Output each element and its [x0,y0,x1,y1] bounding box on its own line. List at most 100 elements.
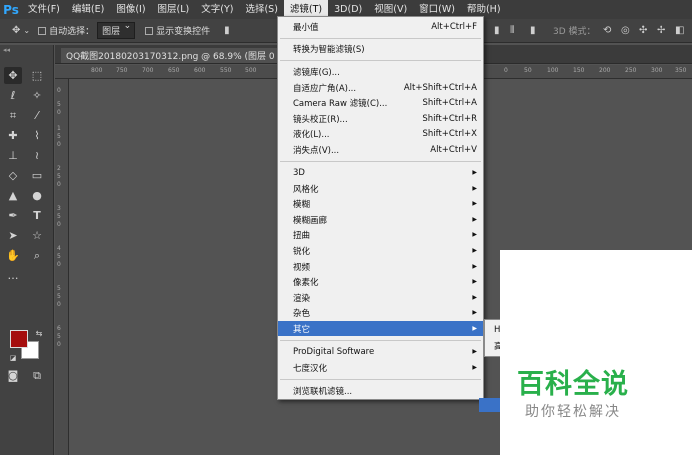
ruler-tick: 550 [220,67,232,74]
menu-item-qidu-hanhua[interactable]: 七度汉化 ▶ [278,360,483,375]
align-right-icon[interactable]: ▮ [530,25,536,36]
marquee-tool-icon[interactable]: ⬚ [28,67,46,84]
auto-select-label: 自动选择： [49,27,95,37]
dodge-tool-icon[interactable]: ● [28,187,46,204]
menu-item-render[interactable]: 渲染 ▶ [278,290,483,305]
menu-item-label: 风格化 [293,184,319,195]
menu-item-camera-raw[interactable]: Camera Raw 滤镜(C)... Shift+Ctrl+A [278,95,483,110]
menu-item-prodigital[interactable]: ProDigital Software ▶ [278,344,483,359]
ruler-tick: 5 [57,333,61,340]
menu-item-distort[interactable]: 扭曲 ▶ [278,227,483,242]
menu-image[interactable]: 图像(I) [110,0,151,19]
menu-item-stylize[interactable]: 风格化 ▶ [278,181,483,196]
menu-item-label: 其它 [293,324,311,335]
menu-item-3d[interactable]: 3D ▶ [278,165,483,180]
align-top-icon[interactable]: ▮ [224,25,230,36]
chevron-down-icon[interactable]: ⌄ [23,26,30,35]
stamp-tool-icon[interactable]: ⊥ [4,147,22,164]
pan-3d-icon[interactable]: ✣ [639,25,647,36]
hand-tool-icon[interactable]: ✋ [4,247,22,264]
menu-item-smart-filter[interactable]: 转换为智能滤镜(S) [278,41,483,56]
rotate-3d-icon[interactable]: ⟲ [603,25,611,36]
distribute-icon[interactable]: ▮ [494,25,500,36]
slide-3d-icon[interactable]: ✢ [657,25,665,36]
menu-item-adaptive-wide-angle[interactable]: 自适应广角(A)... Alt+Shift+Ctrl+A [278,80,483,95]
scale-3d-icon[interactable]: ◧ [675,25,684,36]
menu-item-shortcut: Shift+Ctrl+R [422,113,477,124]
menu-item-label: 浏览联机滤镜... [293,386,353,397]
show-transform-checkbox[interactable] [145,26,154,35]
auto-select-checkbox[interactable] [38,26,47,35]
quick-mask-icon[interactable]: ◙ [4,367,22,384]
menu-item-other[interactable]: 其它 ▶ [278,321,483,336]
menu-layer[interactable]: 图层(L) [152,0,196,19]
eyedropper-tool-icon[interactable]: ⁄ [28,107,46,124]
ruler-tick: 5 [57,213,61,220]
vertical-ruler: 0 5 0 1 5 0 2 5 0 3 5 0 4 5 0 5 5 0 6 5 … [55,79,69,455]
lasso-tool-icon[interactable]: ℓ [4,87,22,104]
collapse-icon[interactable]: ◂◂ [3,46,10,54]
type-tool-icon[interactable]: T [28,207,46,224]
magic-wand-tool-icon[interactable]: ✧ [28,87,46,104]
roll-3d-icon[interactable]: ◎ [621,25,630,36]
ruler-tick: 0 [57,87,61,94]
menu-item-blur[interactable]: 模糊 ▶ [278,196,483,211]
menu-item-blur-gallery[interactable]: 模糊画廊 ▶ [278,212,483,227]
eraser-tool-icon[interactable]: ◇ [4,167,22,184]
default-colors-icon[interactable]: ◪ [4,349,22,366]
ruler-tick: 5 [57,173,61,180]
menu-item-filter-gallery[interactable]: 滤镜库(G)... [278,64,483,79]
move-tool-icon[interactable]: ✥ [4,67,22,84]
ruler-tick: 4 [57,245,61,252]
menu-item-shortcut: Alt+Ctrl+F [431,21,477,32]
menu-item-browse-online[interactable]: 浏览联机滤镜... [278,383,483,398]
ruler-tick: 350 [675,67,687,74]
menu-item-label: 滤镜库(G)... [293,67,340,78]
shape-tool-icon[interactable]: ☆ [28,227,46,244]
menu-item-label: 像素化 [293,277,319,288]
brush-tool-icon[interactable]: ⌇ [28,127,46,144]
menu-item-vanishing-point[interactable]: 消失点(V)... Alt+Ctrl+V [278,142,483,157]
blur-tool-icon[interactable]: ▲ [4,187,22,204]
move-tool-icon[interactable]: ✥ [12,25,20,36]
crop-tool-icon[interactable]: ⌗ [4,107,22,124]
show-transform-option[interactable]: 显示变换控件 [145,24,210,37]
swap-colors-icon[interactable]: ⇆ [30,325,48,342]
document-tab[interactable]: QQ截图20180203170312.png @ 68.9% (图层 0 拷贝 [61,48,301,63]
zoom-tool-icon[interactable]: ⌕ [28,247,46,264]
menu-item-sharpen[interactable]: 锐化 ▶ [278,243,483,258]
menu-item-noise[interactable]: 杂色 ▶ [278,305,483,320]
menu-file[interactable]: 文件(F) [22,0,66,19]
ruler-tick: 50 [524,67,532,74]
more-tools-icon[interactable]: … [4,267,22,284]
distribute-h-icon[interactable]: ⦀ [510,25,514,36]
menu-item-last-filter[interactable]: 最小值 Alt+Ctrl+F [278,19,483,34]
menu-item-lens-correction[interactable]: 镜头校正(R)... Shift+Ctrl+R [278,111,483,126]
filter-menu: 最小值 Alt+Ctrl+F 转换为智能滤镜(S) 滤镜库(G)... 自适应广… [277,16,484,400]
submenu-arrow-icon: ▶ [472,200,477,207]
foreground-color-swatch[interactable] [10,330,28,348]
menu-item-label: 3D [293,167,305,178]
auto-select-option[interactable]: 自动选择： 图层 [38,21,136,39]
screen-mode-icon[interactable]: ⧉ [28,367,46,384]
submenu-arrow-icon: ▶ [472,294,477,301]
path-select-tool-icon[interactable]: ➤ [4,227,22,244]
pen-tool-icon[interactable]: ✒ [4,207,22,224]
menu-item-liquify[interactable]: 液化(L)... Shift+Ctrl+X [278,126,483,141]
submenu-arrow-icon: ▶ [472,169,477,176]
ruler-tick: 750 [116,67,128,74]
mode-3d-label: 3D 模式： [553,27,596,37]
submenu-arrow-icon: ▶ [472,247,477,254]
show-transform-label: 显示变换控件 [156,27,211,37]
menu-separator [280,379,481,380]
healing-brush-tool-icon[interactable]: ✚ [4,127,22,144]
menu-item-video[interactable]: 视频 ▶ [278,259,483,274]
menu-item-label: 镜头校正(R)... [293,114,348,125]
gradient-tool-icon[interactable]: ▭ [28,167,46,184]
menu-edit[interactable]: 编辑(E) [66,0,110,19]
auto-select-dropdown[interactable]: 图层 [97,21,136,39]
ruler-tick: 250 [625,67,637,74]
menu-type[interactable]: 文字(Y) [195,0,239,19]
menu-item-pixelate[interactable]: 像素化 ▶ [278,274,483,289]
history-brush-tool-icon[interactable]: ≀ [28,147,46,164]
